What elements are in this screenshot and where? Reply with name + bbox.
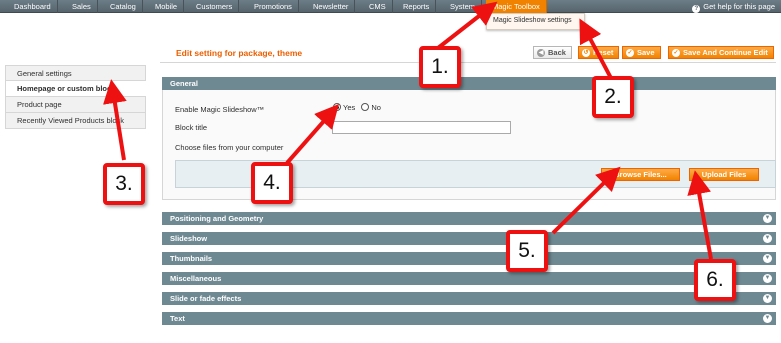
callout-4: 4. [251,162,293,204]
title-divider [160,62,776,63]
section-effects-title: Slide or fade effects [170,294,242,303]
nav-item-sales[interactable]: Sales [66,0,98,13]
enable-no-radio[interactable] [361,103,370,111]
page-title: Edit setting for package, theme [176,48,303,58]
upload-files-button[interactable]: Upload Files [689,168,759,181]
callout-5: 5. [506,230,548,272]
choose-files-label: Choose files from your computer [175,143,284,152]
save-continue-button[interactable]: ✓ Save And Continue Edit [668,46,774,59]
section-slideshow-title: Slideshow [170,234,208,243]
check-icon: ✓ [626,49,634,57]
enable-yes-radio[interactable] [333,103,341,111]
settings-sidebar: General settings Homepage or custom bloc… [5,65,146,129]
enable-yes-label: Yes [343,103,356,112]
back-arrow-icon: ◀ [537,49,545,57]
chevron-down-icon: ▼ [763,314,772,323]
section-thumbnails-header[interactable]: Thumbnails ▼ [162,252,776,265]
back-button[interactable]: ◀ Back [533,46,572,59]
sidebar-item-product-page[interactable]: Product page [5,97,146,113]
help-link[interactable]: ? Get help for this page [692,0,775,13]
section-thumbnails-title: Thumbnails [170,254,213,263]
save-button-label: Save [637,48,655,57]
nav-item-newsletter[interactable]: Newsletter [307,0,356,13]
reset-button-label: Reset [593,48,614,57]
chevron-down-icon: ▼ [763,214,772,223]
top-navigation: Dashboard Sales Catalog Mobile Customers… [0,0,781,13]
chevron-down-icon: ▼ [763,274,772,283]
nav-item-system[interactable]: System [444,0,483,13]
block-title-label: Block title [175,123,208,132]
callout-2: 2. [592,76,634,118]
callout-1: 1. [419,46,461,88]
reset-button[interactable]: ↺ Reset [578,46,620,59]
callout-3: 3. [103,163,145,205]
arrow-1 [436,1,498,50]
sidebar-item-general-settings[interactable]: General settings [5,65,146,81]
nav-item-mobile[interactable]: Mobile [149,0,185,13]
nav-item-promotions[interactable]: Promotions [248,0,299,13]
sidebar-item-recently-viewed[interactable]: Recently Viewed Products block [5,113,146,129]
section-general-header[interactable]: General [162,77,776,90]
sidebar-item-homepage-block[interactable]: Homepage or custom block [5,81,146,97]
section-general-title: General [170,79,198,88]
enable-no-label: No [371,103,381,112]
save-continue-label: Save And Continue Edit [683,48,768,57]
section-slideshow-header[interactable]: Slideshow ▼ [162,232,776,245]
section-effects-header[interactable]: Slide or fade effects ▼ [162,292,776,305]
check-icon: ✓ [672,49,680,57]
nav-item-catalog[interactable]: Catalog [104,0,143,13]
block-title-input[interactable] [332,121,511,134]
section-text-header[interactable]: Text ▼ [162,312,776,325]
magic-toolbox-dropdown: Magic Slideshow settings [486,13,585,30]
help-label: Get help for this page [703,2,775,11]
chevron-down-icon: ▼ [763,254,772,263]
help-icon: ? [692,5,701,13]
nav-item-reports[interactable]: Reports [397,0,437,13]
section-text-title: Text [170,314,185,323]
browse-files-button[interactable]: Browse Files... [601,168,680,181]
save-button[interactable]: ✓ Save [622,46,661,59]
section-positioning-title: Positioning and Geometry [170,214,264,223]
nav-item-dashboard[interactable]: Dashboard [8,0,58,13]
section-miscellaneous-header[interactable]: Miscellaneous ▼ [162,272,776,285]
chevron-down-icon: ▼ [763,234,772,243]
nav-item-cms[interactable]: CMS [363,0,393,13]
dropdown-item-magic-slideshow-settings[interactable]: Magic Slideshow settings [493,17,572,24]
section-positioning-header[interactable]: Positioning and Geometry ▼ [162,212,776,225]
nav-item-magic-toolbox[interactable]: Magic Toolbox [486,0,547,13]
reset-icon: ↺ [582,49,590,57]
back-button-label: Back [548,48,566,57]
chevron-down-icon: ▼ [763,294,772,303]
section-miscellaneous-title: Miscellaneous [170,274,222,283]
nav-item-customers[interactable]: Customers [190,0,240,13]
enable-label: Enable Magic Slideshow™ [175,105,265,114]
enable-radio-group: Yes No [333,103,381,112]
callout-6: 6. [694,259,736,301]
